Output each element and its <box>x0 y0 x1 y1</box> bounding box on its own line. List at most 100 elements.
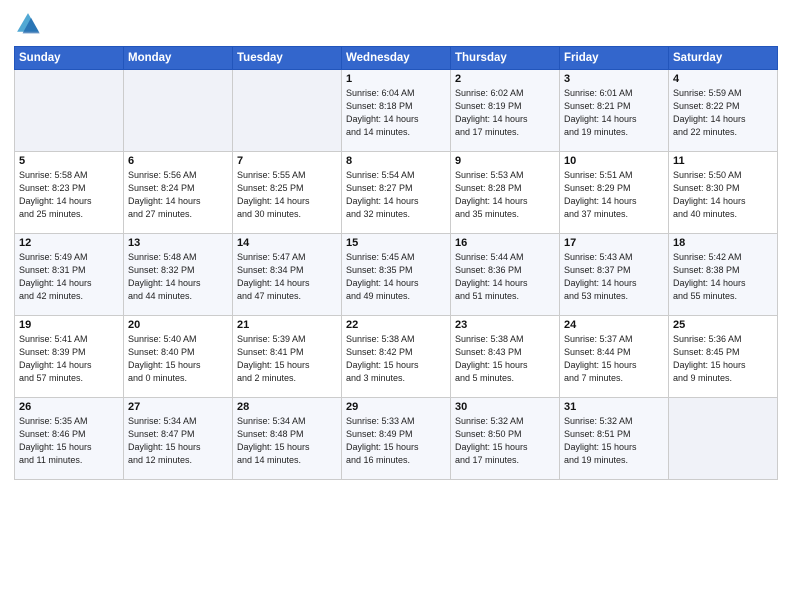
day-detail: Sunrise: 5:39 AM Sunset: 8:41 PM Dayligh… <box>237 333 337 385</box>
day-detail: Sunrise: 5:51 AM Sunset: 8:29 PM Dayligh… <box>564 169 664 221</box>
day-detail: Sunrise: 5:42 AM Sunset: 8:38 PM Dayligh… <box>673 251 773 303</box>
day-detail: Sunrise: 5:38 AM Sunset: 8:42 PM Dayligh… <box>346 333 446 385</box>
calendar-cell: 22 Sunrise: 5:38 AM Sunset: 8:42 PM Dayli… <box>342 316 451 398</box>
day-detail: Sunrise: 6:02 AM Sunset: 8:19 PM Dayligh… <box>455 87 555 139</box>
day-number: 31 <box>564 401 664 413</box>
calendar-cell: 11 Sunrise: 5:50 AM Sunset: 8:30 PM Dayli… <box>669 152 778 234</box>
day-detail: Sunrise: 5:55 AM Sunset: 8:25 PM Dayligh… <box>237 169 337 221</box>
day-number: 18 <box>673 237 773 249</box>
day-detail: Sunrise: 5:44 AM Sunset: 8:36 PM Dayligh… <box>455 251 555 303</box>
calendar-cell: 27 Sunrise: 5:34 AM Sunset: 8:47 PM Dayli… <box>124 398 233 480</box>
weekday-header: Saturday <box>669 47 778 70</box>
day-number: 25 <box>673 319 773 331</box>
day-number: 22 <box>346 319 446 331</box>
day-detail: Sunrise: 5:32 AM Sunset: 8:51 PM Dayligh… <box>564 415 664 467</box>
weekday-row: SundayMondayTuesdayWednesdayThursdayFrid… <box>15 47 778 70</box>
day-number: 1 <box>346 73 446 85</box>
calendar-cell: 12 Sunrise: 5:49 AM Sunset: 8:31 PM Dayli… <box>15 234 124 316</box>
day-detail: Sunrise: 5:58 AM Sunset: 8:23 PM Dayligh… <box>19 169 119 221</box>
day-detail: Sunrise: 6:01 AM Sunset: 8:21 PM Dayligh… <box>564 87 664 139</box>
header <box>14 10 778 38</box>
week-row: 26 Sunrise: 5:35 AM Sunset: 8:46 PM Dayli… <box>15 398 778 480</box>
calendar-cell: 28 Sunrise: 5:34 AM Sunset: 8:48 PM Dayli… <box>233 398 342 480</box>
day-number: 15 <box>346 237 446 249</box>
weekday-header: Monday <box>124 47 233 70</box>
day-number: 17 <box>564 237 664 249</box>
day-number: 28 <box>237 401 337 413</box>
week-row: 5 Sunrise: 5:58 AM Sunset: 8:23 PM Daylig… <box>15 152 778 234</box>
calendar-cell: 30Sunrise: 5:32 AM Sunset: 8:50 PM Dayli… <box>451 398 560 480</box>
day-number: 11 <box>673 155 773 167</box>
day-detail: Sunrise: 5:41 AM Sunset: 8:39 PM Dayligh… <box>19 333 119 385</box>
day-detail: Sunrise: 5:40 AM Sunset: 8:40 PM Dayligh… <box>128 333 228 385</box>
day-number: 5 <box>19 155 119 167</box>
day-number: 26 <box>19 401 119 413</box>
day-number: 6 <box>128 155 228 167</box>
calendar-cell: 23Sunrise: 5:38 AM Sunset: 8:43 PM Dayli… <box>451 316 560 398</box>
calendar-cell: 16 Sunrise: 5:44 AM Sunset: 8:36 PM Dayli… <box>451 234 560 316</box>
day-detail: Sunrise: 5:54 AM Sunset: 8:27 PM Dayligh… <box>346 169 446 221</box>
calendar: SundayMondayTuesdayWednesdayThursdayFrid… <box>14 46 778 480</box>
day-detail: Sunrise: 5:35 AM Sunset: 8:46 PM Dayligh… <box>19 415 119 467</box>
weekday-header: Thursday <box>451 47 560 70</box>
day-number: 9 <box>455 155 555 167</box>
day-number: 27 <box>128 401 228 413</box>
day-detail: Sunrise: 5:43 AM Sunset: 8:37 PM Dayligh… <box>564 251 664 303</box>
day-detail: Sunrise: 5:34 AM Sunset: 8:48 PM Dayligh… <box>237 415 337 467</box>
logo-icon <box>14 10 42 38</box>
weekday-header: Sunday <box>15 47 124 70</box>
calendar-cell: 10Sunrise: 5:51 AM Sunset: 8:29 PM Dayli… <box>560 152 669 234</box>
calendar-body: 1 Sunrise: 6:04 AM Sunset: 8:18 PM Daylig… <box>15 70 778 480</box>
day-detail: Sunrise: 5:56 AM Sunset: 8:24 PM Dayligh… <box>128 169 228 221</box>
calendar-cell: 24 Sunrise: 5:37 AM Sunset: 8:44 PM Dayli… <box>560 316 669 398</box>
day-detail: Sunrise: 5:45 AM Sunset: 8:35 PM Dayligh… <box>346 251 446 303</box>
weekday-header: Wednesday <box>342 47 451 70</box>
calendar-cell: 26 Sunrise: 5:35 AM Sunset: 8:46 PM Dayli… <box>15 398 124 480</box>
calendar-cell <box>233 70 342 152</box>
calendar-cell: 6 Sunrise: 5:56 AM Sunset: 8:24 PM Daylig… <box>124 152 233 234</box>
day-number: 16 <box>455 237 555 249</box>
weekday-header: Tuesday <box>233 47 342 70</box>
day-detail: Sunrise: 5:48 AM Sunset: 8:32 PM Dayligh… <box>128 251 228 303</box>
day-number: 20 <box>128 319 228 331</box>
calendar-cell: 2 Sunrise: 6:02 AM Sunset: 8:19 PM Daylig… <box>451 70 560 152</box>
calendar-header: SundayMondayTuesdayWednesdayThursdayFrid… <box>15 47 778 70</box>
week-row: 12 Sunrise: 5:49 AM Sunset: 8:31 PM Dayli… <box>15 234 778 316</box>
day-detail: Sunrise: 5:50 AM Sunset: 8:30 PM Dayligh… <box>673 169 773 221</box>
day-number: 13 <box>128 237 228 249</box>
day-number: 12 <box>19 237 119 249</box>
day-detail: Sunrise: 5:36 AM Sunset: 8:45 PM Dayligh… <box>673 333 773 385</box>
calendar-cell: 19Sunrise: 5:41 AM Sunset: 8:39 PM Dayli… <box>15 316 124 398</box>
calendar-cell <box>15 70 124 152</box>
calendar-cell: 25 Sunrise: 5:36 AM Sunset: 8:45 PM Dayli… <box>669 316 778 398</box>
calendar-cell: 13 Sunrise: 5:48 AM Sunset: 8:32 PM Dayli… <box>124 234 233 316</box>
day-detail: Sunrise: 5:47 AM Sunset: 8:34 PM Dayligh… <box>237 251 337 303</box>
day-detail: Sunrise: 6:04 AM Sunset: 8:18 PM Dayligh… <box>346 87 446 139</box>
calendar-cell: 1 Sunrise: 6:04 AM Sunset: 8:18 PM Daylig… <box>342 70 451 152</box>
day-detail: Sunrise: 5:33 AM Sunset: 8:49 PM Dayligh… <box>346 415 446 467</box>
day-detail: Sunrise: 5:37 AM Sunset: 8:44 PM Dayligh… <box>564 333 664 385</box>
day-number: 21 <box>237 319 337 331</box>
day-detail: Sunrise: 5:49 AM Sunset: 8:31 PM Dayligh… <box>19 251 119 303</box>
day-number: 14 <box>237 237 337 249</box>
day-number: 24 <box>564 319 664 331</box>
calendar-cell: 14 Sunrise: 5:47 AM Sunset: 8:34 PM Dayli… <box>233 234 342 316</box>
day-number: 2 <box>455 73 555 85</box>
calendar-cell: 3Sunrise: 6:01 AM Sunset: 8:21 PM Daylig… <box>560 70 669 152</box>
logo <box>14 10 46 38</box>
day-number: 23 <box>455 319 555 331</box>
day-number: 4 <box>673 73 773 85</box>
calendar-cell: 18 Sunrise: 5:42 AM Sunset: 8:38 PM Dayli… <box>669 234 778 316</box>
calendar-cell: 15 Sunrise: 5:45 AM Sunset: 8:35 PM Dayli… <box>342 234 451 316</box>
day-detail: Sunrise: 5:34 AM Sunset: 8:47 PM Dayligh… <box>128 415 228 467</box>
day-number: 29 <box>346 401 446 413</box>
day-number: 30 <box>455 401 555 413</box>
week-row: 1 Sunrise: 6:04 AM Sunset: 8:18 PM Daylig… <box>15 70 778 152</box>
calendar-cell: 7 Sunrise: 5:55 AM Sunset: 8:25 PM Daylig… <box>233 152 342 234</box>
calendar-cell: 9Sunrise: 5:53 AM Sunset: 8:28 PM Daylig… <box>451 152 560 234</box>
calendar-cell <box>124 70 233 152</box>
calendar-cell: 4 Sunrise: 5:59 AM Sunset: 8:22 PM Daylig… <box>669 70 778 152</box>
day-detail: Sunrise: 5:59 AM Sunset: 8:22 PM Dayligh… <box>673 87 773 139</box>
day-number: 7 <box>237 155 337 167</box>
calendar-cell: 20 Sunrise: 5:40 AM Sunset: 8:40 PM Dayli… <box>124 316 233 398</box>
